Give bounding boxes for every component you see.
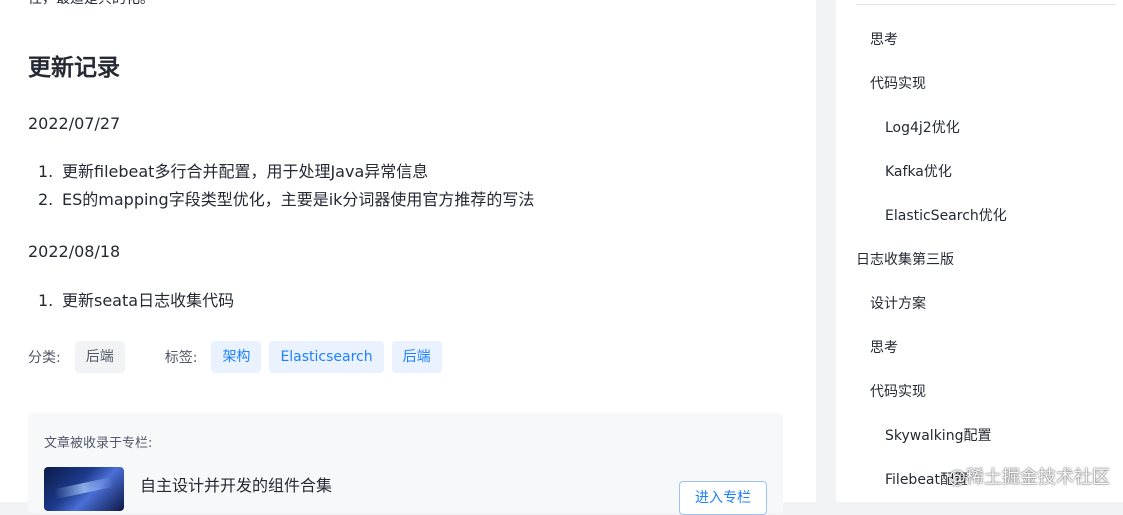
toc-item[interactable]: 设计方案 (870, 293, 926, 313)
toc-item[interactable]: ElasticSearch优化 (885, 205, 1007, 225)
toc-item[interactable]: 代码实现 (870, 73, 926, 93)
toc-item[interactable]: Kafka优化 (885, 161, 952, 181)
toc-item[interactable]: 思考 (870, 337, 898, 357)
toc-item[interactable]: Log4j2优化 (885, 117, 960, 137)
column-heading: 文章被收录于专栏: (44, 436, 153, 451)
enter-column-button[interactable]: 进入专栏 (679, 481, 767, 515)
update-list: 1. 更新filebeat多行合并配置，用于处理Java异常信息 2. ES的map… (38, 158, 534, 214)
toc-item[interactable]: 代码实现 (870, 381, 926, 401)
update-list: 1. 更新seata日志收集代码 (38, 287, 234, 315)
category-tag[interactable]: 后端 (74, 341, 125, 373)
toc-item[interactable]: Skywalking配置 (885, 425, 991, 445)
list-item: 1. 更新filebeat多行合并配置，用于处理Java异常信息 (38, 162, 429, 181)
toc-divider (856, 4, 1116, 5)
article-meta: 分类: 后端 标签: 架构 Elasticsearch 后端 (28, 340, 450, 374)
tag-link[interactable]: Elasticsearch (269, 341, 384, 373)
list-item: 2. ES的mapping字段类型优化，主要是ik分词器使用官方推荐的写法 (38, 190, 535, 209)
update-date: 2022/08/18 (28, 242, 121, 261)
watermark-text: @稀土掘金技术社区 (948, 467, 1110, 488)
tags-label: 标签: (164, 350, 198, 366)
tag-link[interactable]: 架构 (211, 341, 262, 373)
toc-item[interactable]: 日志收集第三版 (856, 249, 954, 269)
update-log-heading: 更新记录 (28, 55, 120, 81)
column-cover-image[interactable] (44, 467, 124, 511)
column-card: 文章被收录于专栏: 自主设计并开发的组件合集 进入专栏 (28, 413, 783, 515)
category-label: 分类: (28, 350, 61, 366)
tag-link[interactable]: 后端 (391, 341, 442, 373)
cut-paragraph-text: 性，最适是共的化。 (28, 0, 154, 8)
list-item: 1. 更新seata日志收集代码 (38, 291, 235, 310)
update-date: 2022/07/27 (28, 114, 121, 133)
toc-item[interactable]: 思考 (870, 29, 898, 49)
table-of-contents: 思考 代码实现 Log4j2优化 Kafka优化 ElasticSearch优化 日志收集… (836, 0, 1123, 502)
article-main: 性，最适是共的化。 更新记录 2022/07/27 1.更新filebeat多行… (0, 0, 816, 515)
column-title[interactable]: 自主设计并开发的组件合集 (140, 472, 332, 496)
